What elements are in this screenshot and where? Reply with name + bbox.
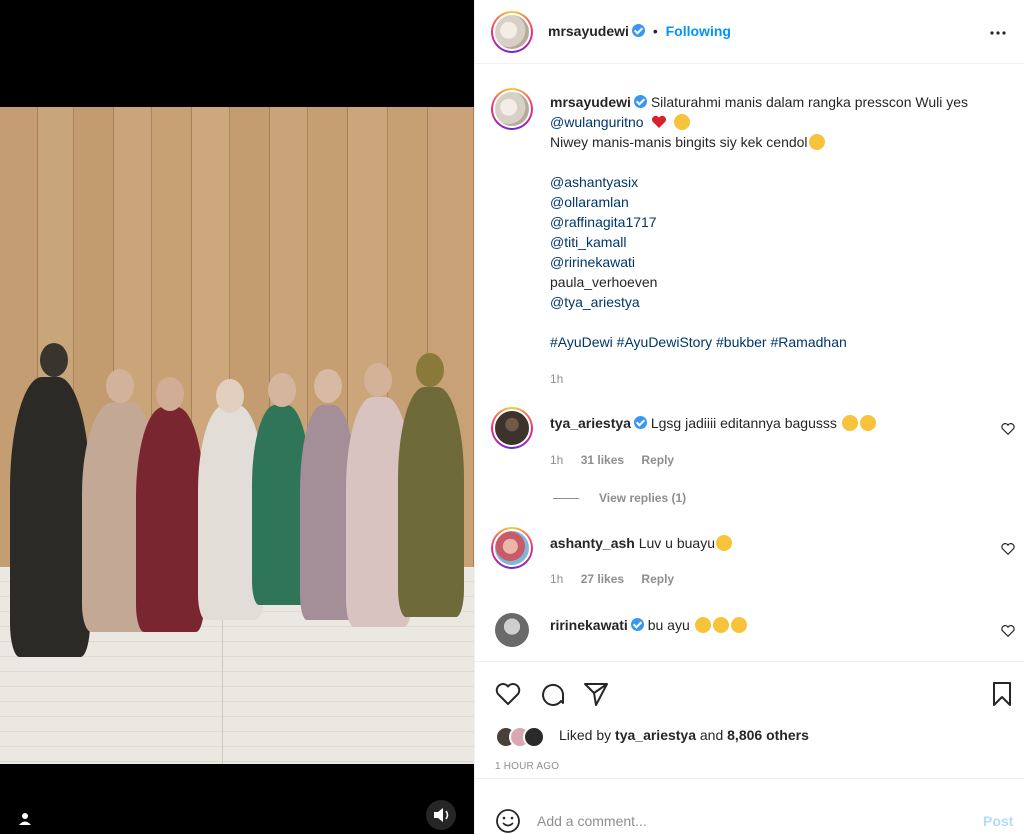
view-replies-button[interactable]: View replies (1)	[599, 491, 686, 505]
post-details: mrsayudewi • Following mrsayudewi Silatu…	[474, 0, 1024, 834]
emoji-picker-icon[interactable]	[495, 808, 521, 834]
caption-mention-line: @wulanguritno	[550, 112, 691, 132]
comment-username[interactable]: tya_ariestya	[550, 415, 631, 431]
kissing-face-emoji-icon	[730, 617, 747, 633]
comment-likes[interactable]: 31 likes	[581, 453, 624, 467]
comment-likes[interactable]: 27 likes	[581, 572, 624, 586]
blushing-face-emoji-icon	[808, 134, 825, 150]
liked-by-user[interactable]: tya_ariestya	[615, 727, 696, 743]
comment-like-heart-icon[interactable]	[1001, 624, 1015, 638]
comment-like-heart-icon[interactable]	[1001, 422, 1015, 436]
liked-by-line: Liked by tya_ariestya and 8,806 others	[559, 727, 809, 743]
caption-first-line: mrsayudewi Silaturahmi manis dalam rangk…	[550, 92, 968, 112]
liked-by-prefix: Liked by	[559, 727, 612, 743]
tag-link[interactable]: @ashantyasix	[550, 172, 638, 192]
author-avatar[interactable]	[491, 11, 533, 53]
bookmark-save-icon[interactable]	[991, 681, 1013, 707]
caption-text-2: Niwey manis-manis bingits siy kek cendol	[550, 134, 808, 150]
caption-text: Silaturahmi manis dalam rangka presscon …	[650, 94, 969, 110]
post-media[interactable]	[0, 0, 474, 834]
tag-text: paula_verhoeven	[550, 274, 658, 290]
verified-icon	[633, 95, 647, 108]
caption-third-line: Niwey manis-manis bingits siy kek cendol	[550, 132, 826, 152]
comment-like-heart-icon[interactable]	[1001, 542, 1015, 556]
comment-input[interactable]	[537, 808, 937, 834]
comment-time[interactable]: 1h	[550, 453, 563, 467]
comment-avatar[interactable]	[491, 527, 533, 569]
replies-divider	[553, 498, 579, 499]
verified-icon	[633, 416, 647, 429]
reply-button[interactable]: Reply	[641, 572, 674, 586]
comment-1: tya_ariestya Lgsg jadiiii editannya bagu…	[550, 413, 877, 433]
hashtags[interactable]: #AyuDewi #AyuDewiStory #bukber #Ramadhan	[550, 332, 847, 352]
separator-dot: •	[652, 23, 658, 39]
kissing-face-emoji-icon	[712, 617, 729, 633]
kissing-face-emoji-icon	[694, 617, 711, 633]
tag-link[interactable]: @ririnekawati	[550, 252, 635, 272]
post-comment-button[interactable]: Post	[983, 813, 1013, 829]
reply-button[interactable]: Reply	[641, 453, 674, 467]
liked-by-and: and	[699, 727, 724, 743]
comment-time[interactable]: 1h	[550, 572, 563, 586]
comment-meta: 1h 31 likes Reply	[550, 453, 674, 467]
audio-icon[interactable]	[426, 800, 456, 830]
heart-emoji-icon	[651, 115, 666, 128]
share-send-icon[interactable]	[583, 681, 609, 707]
comment-3: ririnekawati bu ayu	[550, 615, 748, 635]
comment-username[interactable]: ririnekawati	[550, 617, 628, 633]
heart-eyes-emoji-icon	[716, 535, 733, 551]
mention-link[interactable]: @wulanguritno	[550, 114, 644, 130]
comment-username[interactable]: ashanty_ash	[550, 535, 635, 551]
post-header: mrsayudewi • Following	[475, 0, 1024, 64]
caption-username[interactable]: mrsayudewi	[550, 94, 631, 110]
following-button[interactable]: Following	[666, 23, 731, 39]
more-horizontal-icon[interactable]	[989, 24, 1007, 42]
verified-icon	[630, 618, 644, 631]
tag-link[interactable]: @raffinagita1717	[550, 212, 657, 232]
heart-eyes-emoji-icon	[859, 415, 876, 431]
tag-link[interactable]: @tya_ariestya	[550, 292, 640, 312]
smiling-face-emoji-icon	[674, 114, 691, 130]
comment-avatar[interactable]	[491, 407, 533, 449]
caption-avatar[interactable]	[491, 88, 533, 130]
comments-section[interactable]: mrsayudewi Silaturahmi manis dalam rangk…	[475, 65, 1024, 661]
comment-avatar[interactable]	[495, 613, 529, 647]
tag-link[interactable]: @titi_kamall	[550, 232, 626, 252]
comment-text: bu ayu	[647, 617, 690, 633]
comment-2: ashanty_ash Luv u buayu	[550, 533, 733, 553]
liker-avatars[interactable]	[495, 726, 555, 748]
caption-time[interactable]: 1h	[550, 372, 563, 386]
post-photo[interactable]	[0, 107, 474, 764]
comment-bubble-icon[interactable]	[539, 681, 565, 707]
comment-meta: 1h 27 likes Reply	[550, 572, 674, 586]
like-heart-icon[interactable]	[495, 682, 521, 706]
comment-text: Luv u buayu	[638, 535, 716, 551]
tag-link[interactable]: @ollaramlan	[550, 192, 629, 212]
likes-count[interactable]: 8,806 others	[727, 727, 809, 743]
post-timestamp[interactable]: 1 HOUR AGO	[495, 761, 559, 772]
author-username[interactable]: mrsayudewi	[548, 23, 629, 39]
user-tag-icon[interactable]	[14, 808, 36, 830]
heart-eyes-emoji-icon	[841, 415, 858, 431]
verified-icon	[631, 24, 645, 37]
add-comment-bar: Post	[475, 778, 1024, 834]
comment-text: Lgsg jadiiii editannya bagusss	[650, 415, 837, 431]
